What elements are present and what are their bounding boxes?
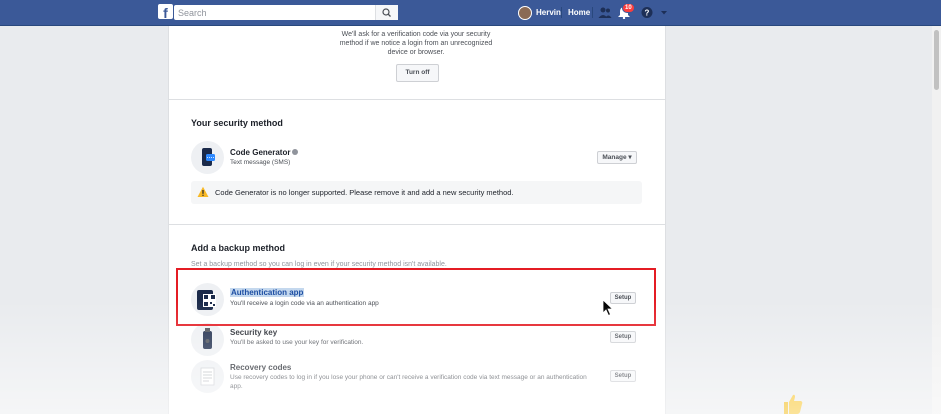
- security-key-setup-button[interactable]: Setup: [610, 331, 636, 343]
- divider: [169, 224, 665, 225]
- code-generator-title: Code Generator: [230, 148, 299, 157]
- search-icon: [382, 8, 391, 17]
- top-navigation-bar: f Hervin Home 10 ?: [0, 0, 941, 26]
- mouse-cursor-icon: [602, 299, 614, 317]
- security-key-description: You'll be asked to use your key for veri…: [230, 339, 364, 346]
- turn-off-button[interactable]: Turn off: [396, 64, 439, 82]
- scrollbar-thumb[interactable]: [934, 30, 939, 90]
- home-link[interactable]: Home: [568, 8, 590, 17]
- search-box[interactable]: [174, 5, 398, 20]
- manage-button[interactable]: Manage ▾: [597, 151, 637, 164]
- divider: [561, 7, 562, 18]
- thumbs-up-icon: [784, 394, 803, 414]
- code-generator-icon: [191, 141, 224, 174]
- warning-text: Code Generator is no longer supported. P…: [215, 188, 514, 197]
- two-factor-intro-text: We'll ask for a verification code via yo…: [339, 31, 493, 56]
- security-method-heading: Your security method: [191, 118, 283, 128]
- friend-requests-icon[interactable]: [598, 6, 612, 19]
- security-key-icon: [191, 323, 224, 356]
- facebook-logo[interactable]: f: [158, 4, 173, 19]
- manage-label: Manage: [602, 154, 627, 161]
- backup-method-subtext: Set a backup method so you can log in ev…: [191, 261, 447, 268]
- backup-method-heading: Add a backup method: [191, 243, 286, 253]
- notification-badge: 10: [622, 3, 635, 13]
- recovery-codes-title: Recovery codes: [230, 363, 292, 372]
- recovery-codes-icon: [191, 360, 224, 393]
- info-icon[interactable]: [292, 149, 299, 155]
- code-generator-description: Text message (SMS): [230, 159, 291, 166]
- warning-banner: Code Generator is no longer supported. P…: [191, 181, 642, 204]
- warning-icon: [197, 186, 209, 197]
- code-generator-label: Code Generator: [230, 148, 291, 157]
- account-menu-chevron-icon[interactable]: [657, 6, 671, 19]
- security-settings-card: We'll ask for a verification code via yo…: [168, 26, 666, 414]
- search-button[interactable]: [375, 5, 398, 20]
- profile-link[interactable]: Hervin: [518, 5, 561, 20]
- avatar: [518, 5, 532, 20]
- help-icon[interactable]: ?: [640, 6, 654, 19]
- recovery-codes-description: Use recovery codes to log in if you lose…: [230, 374, 587, 390]
- divider: [169, 99, 665, 100]
- divider: [592, 7, 593, 18]
- search-input[interactable]: [174, 5, 378, 20]
- chevron-down-icon: ▾: [628, 154, 632, 161]
- user-name: Hervin: [536, 8, 561, 17]
- recovery-codes-setup-button[interactable]: Setup: [610, 370, 636, 382]
- svg-text:?: ?: [645, 9, 650, 18]
- annotation-highlight-box: [176, 268, 656, 326]
- security-key-title: Security key: [230, 328, 278, 337]
